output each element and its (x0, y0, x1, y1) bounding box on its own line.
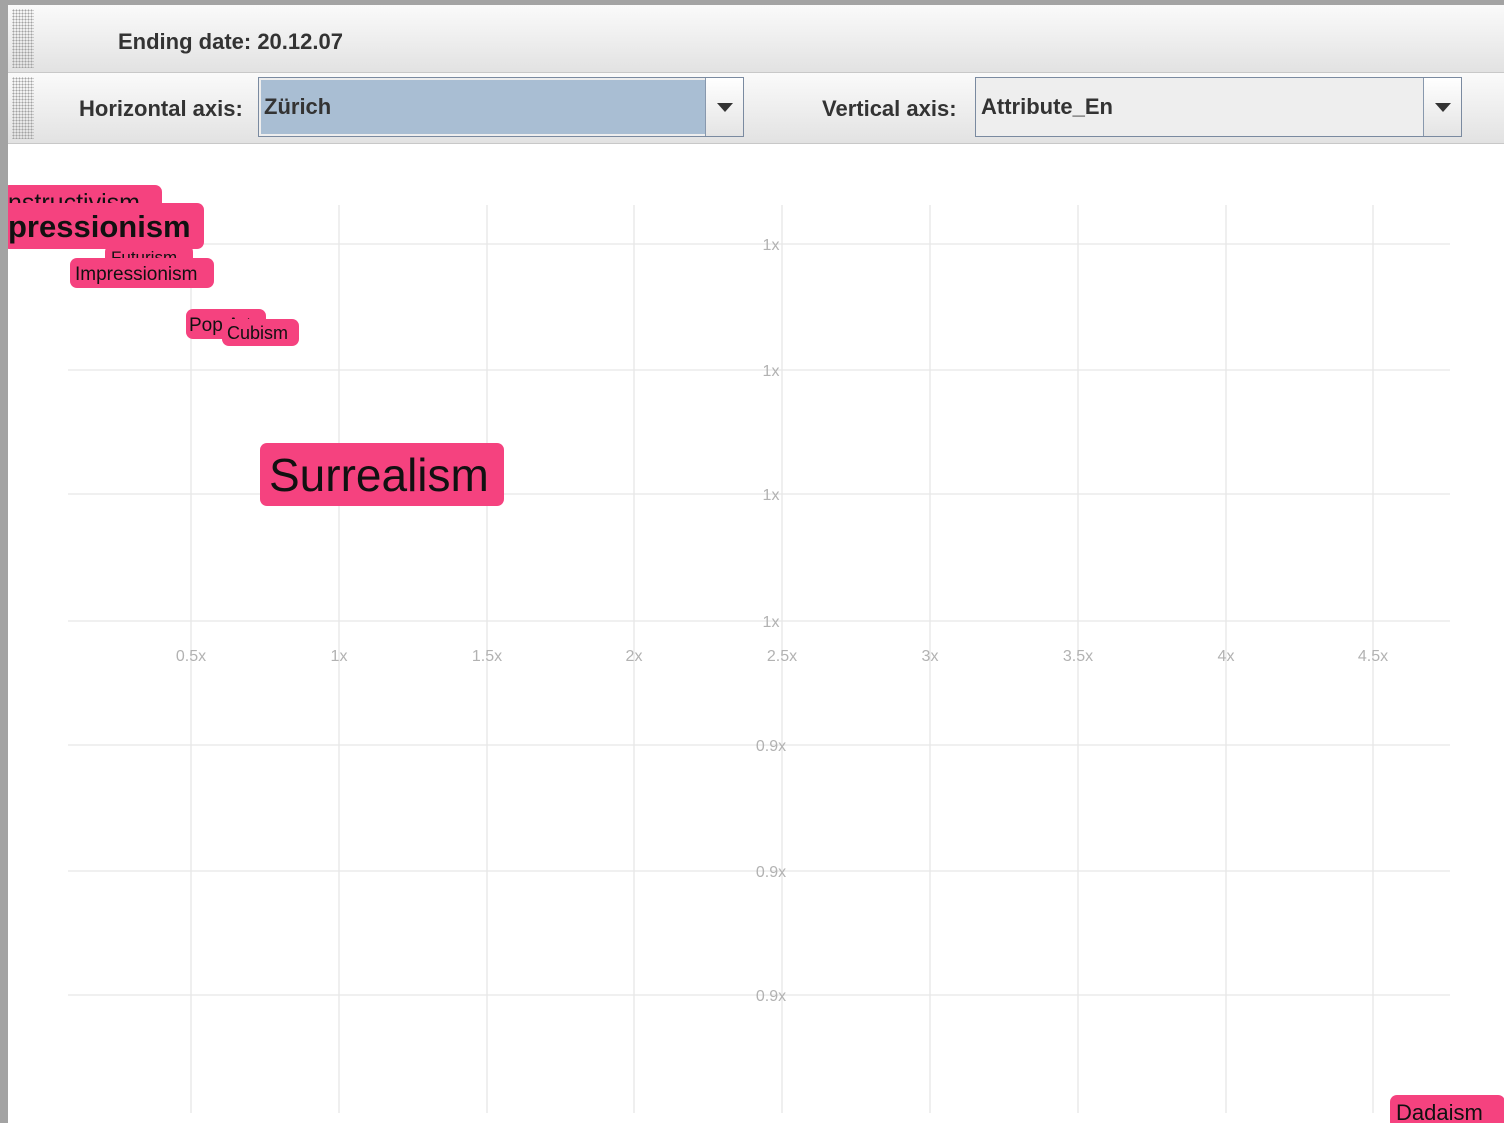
term-tag[interactable]: Cubism (222, 319, 299, 346)
x-tick-label: 3.5x (1063, 648, 1093, 665)
term-tag-label: Surrealism (269, 449, 489, 501)
term-tag-label: pressionism (8, 209, 191, 244)
y-tick-label: 1x (763, 614, 780, 631)
y-tick-label: 0.9x (756, 988, 786, 1005)
y-tick-label: 1x (763, 237, 780, 254)
x-tick-label: 2x (626, 648, 643, 665)
x-tick-label: 4.5x (1358, 648, 1388, 665)
term-tag[interactable]: pressionism (8, 203, 204, 249)
term-tag-label: Cubism (227, 323, 288, 343)
x-tick-label: 3x (922, 648, 939, 665)
term-tag[interactable]: Dadaism (1390, 1095, 1504, 1123)
y-tick-label: 0.9x (756, 738, 786, 755)
y-tick-label: 1x (763, 363, 780, 380)
x-tick-label: 1.5x (472, 648, 502, 665)
y-tick-label: 0.9x (756, 864, 786, 881)
scatter-chart: 0.5x 1x 1.5x 2x 2.5x 3x 3.5x 4x 4.5x 1x 1x 1x 1x 0.9x… (8, 185, 1504, 1123)
term-tag-label: Dadaism (1396, 1100, 1483, 1123)
term-tag[interactable]: Surrealism (260, 443, 504, 506)
x-tick-label: 0.5x (176, 648, 206, 665)
x-tick-label: 4x (1218, 648, 1235, 665)
term-tag[interactable]: Impressionism (70, 258, 214, 288)
x-tick-label: 2.5x (767, 648, 797, 665)
app-window: Ending date: 20.12.07 Horizontal axis: Z… (8, 5, 1504, 1123)
y-tick-label: 1x (763, 487, 780, 504)
term-tag-label: Impressionism (75, 264, 197, 285)
x-tick-label: 1x (331, 648, 348, 665)
